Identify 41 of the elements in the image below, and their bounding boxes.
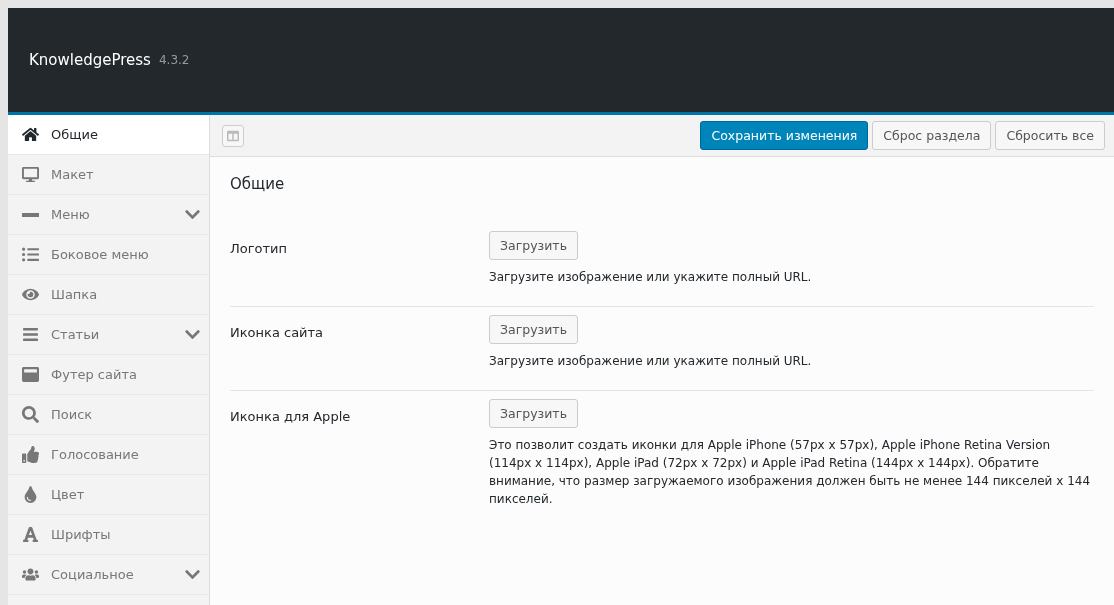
sidebar-item-label: Шрифты — [51, 527, 112, 542]
sidebar-item-label: Цвет — [51, 487, 86, 502]
app-title: KnowledgePress — [29, 51, 151, 69]
thumbs-up-icon — [22, 446, 39, 463]
upload-button[interactable]: Загрузить — [489, 231, 578, 260]
field-description: Загрузите изображение или укажите полный URL. — [489, 269, 812, 286]
reset-button[interactable]: Сброс раздела — [872, 121, 992, 150]
eye-icon — [22, 286, 39, 303]
lines-icon — [22, 326, 39, 343]
field-label: Логотип — [230, 241, 289, 258]
sidebar-item-label: Макет — [51, 167, 95, 182]
sidebar-item-label: Шапка — [51, 287, 99, 302]
monitor-icon — [22, 166, 39, 183]
section-title: Общие — [230, 175, 286, 193]
sidebar-item-label: Голосование — [51, 447, 140, 462]
upload-button[interactable]: Загрузить — [489, 399, 578, 428]
save-button[interactable]: Сохранить изменения — [700, 121, 869, 150]
home-icon — [22, 126, 39, 143]
search-icon — [22, 406, 39, 423]
sidebar-item-label: Общие — [51, 127, 99, 142]
panel-toggle-icon[interactable] — [222, 124, 244, 147]
list-icon — [22, 246, 39, 263]
field-description: Это позволит создать иконки для Apple iPhone (57px x 57px), Apple iPhone Retina Version (114px x 114px), Apple iPad (72px x 72px) и Apple iPad Retina (144px x 144px). Обратите внимание, что размер загружаемого изображения должен быть не менее 144 пикселей x 144 пикселей. — [489, 437, 1092, 508]
drop-icon — [22, 486, 39, 503]
sidebar-item-label: Социальное — [51, 567, 135, 582]
sidebar-item-label: Боковое меню — [51, 247, 150, 262]
dash-icon — [22, 212, 39, 217]
field-label: Иконка для Apple — [230, 409, 352, 426]
sidebar-item-label: Статьи — [51, 327, 101, 342]
sidebar-item-label: Футер сайта — [51, 367, 138, 382]
sidebar-item[interactable]: Общие — [8, 115, 209, 155]
window-icon — [22, 366, 39, 383]
field-description: Загрузите изображение или укажите полный URL. — [489, 353, 812, 370]
upload-button[interactable]: Загрузить — [489, 315, 578, 344]
field-label: Иконка сайта — [230, 325, 325, 342]
reset-button[interactable]: Сбросить все — [995, 121, 1105, 150]
sidebar-item-label: Поиск — [51, 407, 94, 422]
app-version: 4.3.2 — [158, 53, 190, 67]
people-icon — [22, 566, 39, 583]
letter-icon — [22, 526, 39, 543]
sidebar-item-label: Меню — [51, 207, 91, 222]
